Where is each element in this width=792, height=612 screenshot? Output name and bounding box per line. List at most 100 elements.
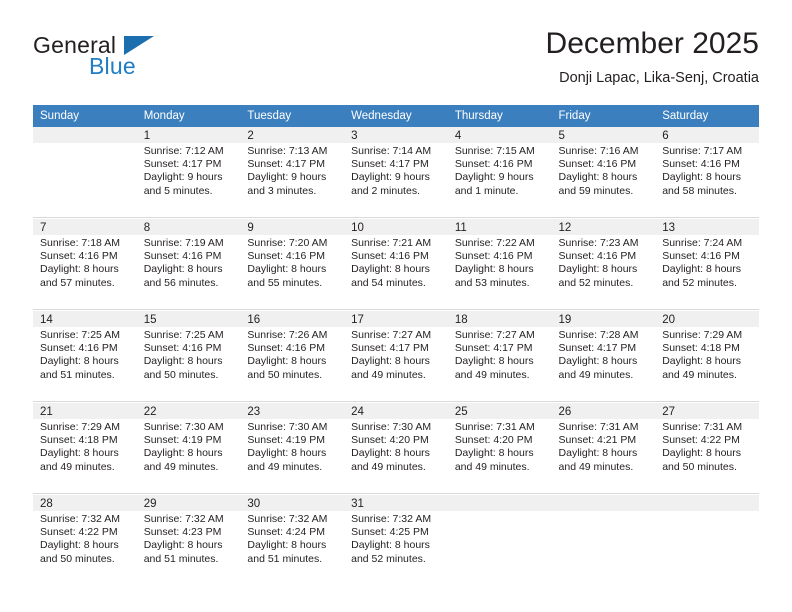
day-sun-info: Sunrise: 7:16 AM Sunset: 4:16 PM Daylight:… [552, 143, 656, 198]
day-sun-info: Sunrise: 7:28 AM Sunset: 4:17 PM Daylight:… [552, 327, 656, 382]
calendar-day-cell[interactable]: 19 Sunrise: 7:28 AM Sunset: 4:17 PM Dayligh… [551, 311, 656, 402]
calendar-day-cell[interactable]: 1 Sunrise: 7:12 AM Sunset: 4:17 PM Daylight… [136, 127, 241, 218]
day-cell-content: 8 Sunrise: 7:19 AM Sunset: 4:16 PM Daylight… [136, 219, 241, 309]
calendar-day-cell[interactable]: 11 Sunrise: 7:22 AM Sunset: 4:16 PM Dayligh… [447, 219, 552, 310]
day-number: 12 [551, 219, 656, 235]
day-sunset-line: Sunset: 4:17 PM [351, 342, 429, 355]
day-number: 18 [447, 311, 552, 327]
day-cell-content: 17 Sunrise: 7:27 AM Sunset: 4:17 PM Dayligh… [344, 311, 448, 401]
day-cell-content: 14 Sunrise: 7:25 AM Sunset: 4:16 PM Dayligh… [33, 311, 137, 401]
day-daylight-line: and 56 minutes. [143, 276, 219, 289]
day-number: 3 [344, 127, 448, 143]
day-cell-content: 18 Sunrise: 7:27 AM Sunset: 4:17 PM Dayligh… [447, 311, 552, 401]
calendar-day-cell[interactable]: 25 Sunrise: 7:31 AM Sunset: 4:20 PM Dayligh… [447, 403, 552, 494]
day-sun-info: Sunrise: 7:17 AM Sunset: 4:16 PM Daylight:… [655, 143, 759, 198]
day-number [655, 495, 759, 511]
day-sunset-line: Sunset: 4:21 PM [558, 434, 637, 447]
calendar-day-cell[interactable]: 17 Sunrise: 7:27 AM Sunset: 4:17 PM Dayligh… [344, 311, 448, 402]
day-sunset-line: Sunset: 4:23 PM [143, 526, 222, 539]
day-number: 6 [655, 127, 759, 143]
day-sunrise-line: Sunrise: 7:25 AM [40, 329, 120, 341]
calendar-page: General Blue December 2025 Donji Lapac, … [0, 0, 792, 612]
calendar-day-cell[interactable]: 6 Sunrise: 7:17 AM Sunset: 4:16 PM Daylight… [655, 127, 759, 218]
calendar-day-cell[interactable]: 13 Sunrise: 7:24 AM Sunset: 4:16 PM Dayligh… [655, 219, 759, 310]
calendar-day-cell[interactable]: 18 Sunrise: 7:27 AM Sunset: 4:17 PM Dayligh… [447, 311, 552, 402]
calendar-day-cell[interactable]: 24 Sunrise: 7:30 AM Sunset: 4:20 PM Dayligh… [344, 403, 448, 494]
day-sun-info: Sunrise: 7:32 AM Sunset: 4:22 PM Daylight:… [33, 511, 137, 566]
day-daylight-line: and 49 minutes. [40, 460, 115, 473]
day-daylight-line: Daylight: 9 hours [247, 171, 327, 184]
calendar-day-cell[interactable]: 4 Sunrise: 7:15 AM Sunset: 4:16 PM Daylight… [447, 127, 552, 218]
day-sun-info: Sunrise: 7:31 AM Sunset: 4:21 PM Daylight:… [552, 419, 656, 474]
calendar-day-cell[interactable]: 21 Sunrise: 7:29 AM Sunset: 4:18 PM Dayligh… [33, 403, 137, 494]
calendar-week-row: 7 Sunrise: 7:18 AM Sunset: 4:16 PM Daylight… [33, 219, 759, 310]
day-daylight-line: Daylight: 8 hours [143, 355, 223, 368]
calendar-day-cell [33, 127, 137, 218]
day-sunrise-line: Sunrise: 7:25 AM [143, 329, 224, 341]
day-number: 1 [136, 127, 241, 143]
day-cell-content: 15 Sunrise: 7:25 AM Sunset: 4:16 PM Dayligh… [136, 311, 241, 401]
weekday-header-sunday: Sunday [33, 105, 137, 127]
day-daylight-line: Daylight: 8 hours [454, 263, 534, 276]
calendar-day-cell[interactable]: 8 Sunrise: 7:19 AM Sunset: 4:16 PM Daylight… [136, 219, 241, 310]
calendar-day-cell[interactable]: 10 Sunrise: 7:21 AM Sunset: 4:16 PM Dayligh… [344, 219, 448, 310]
calendar-day-cell[interactable]: 5 Sunrise: 7:16 AM Sunset: 4:16 PM Daylight… [551, 127, 656, 218]
calendar-day-cell[interactable]: 7 Sunrise: 7:18 AM Sunset: 4:16 PM Daylight… [33, 219, 137, 310]
day-daylight-line: Daylight: 8 hours [454, 355, 534, 368]
day-sunset-line: Sunset: 4:18 PM [662, 342, 740, 355]
day-sun-info: Sunrise: 7:20 AM Sunset: 4:16 PM Daylight:… [240, 235, 344, 290]
day-sun-info: Sunrise: 7:27 AM Sunset: 4:17 PM Daylight:… [344, 327, 448, 382]
calendar-week-row: 14 Sunrise: 7:25 AM Sunset: 4:16 PM Dayligh… [33, 311, 759, 402]
calendar-day-cell[interactable]: 20 Sunrise: 7:29 AM Sunset: 4:18 PM Dayligh… [655, 311, 759, 402]
calendar-day-cell[interactable]: 30 Sunrise: 7:32 AM Sunset: 4:24 PM Dayligh… [240, 495, 345, 585]
calendar-day-cell[interactable]: 22 Sunrise: 7:30 AM Sunset: 4:19 PM Dayligh… [136, 403, 241, 494]
day-sun-info: Sunrise: 7:30 AM Sunset: 4:19 PM Daylight:… [240, 419, 344, 474]
day-sun-info: Sunrise: 7:13 AM Sunset: 4:17 PM Daylight:… [240, 143, 344, 198]
day-sunrise-line: Sunrise: 7:23 AM [558, 237, 639, 249]
calendar-day-cell[interactable]: 23 Sunrise: 7:30 AM Sunset: 4:19 PM Dayligh… [240, 403, 345, 494]
calendar-day-cell[interactable]: 26 Sunrise: 7:31 AM Sunset: 4:21 PM Dayligh… [551, 403, 656, 494]
day-sun-info: Sunrise: 7:32 AM Sunset: 4:25 PM Daylight:… [344, 511, 448, 566]
calendar-day-cell[interactable]: 29 Sunrise: 7:32 AM Sunset: 4:23 PM Dayligh… [136, 495, 241, 585]
brand-logo[interactable]: General Blue [33, 32, 203, 88]
day-daylight-line: Daylight: 8 hours [662, 171, 742, 184]
day-sunset-line: Sunset: 4:22 PM [40, 526, 118, 539]
calendar-day-cell[interactable]: 15 Sunrise: 7:25 AM Sunset: 4:16 PM Dayligh… [136, 311, 241, 402]
day-sunset-line: Sunset: 4:16 PM [247, 250, 326, 263]
day-daylight-line: Daylight: 9 hours [454, 171, 534, 184]
day-cell-content: 10 Sunrise: 7:21 AM Sunset: 4:16 PM Dayligh… [344, 219, 448, 309]
day-sunset-line: Sunset: 4:19 PM [247, 434, 326, 447]
calendar-day-cell[interactable]: 28 Sunrise: 7:32 AM Sunset: 4:22 PM Dayligh… [33, 495, 137, 585]
calendar-day-cell[interactable]: 2 Sunrise: 7:13 AM Sunset: 4:17 PM Daylight… [240, 127, 345, 218]
day-sun-info: Sunrise: 7:29 AM Sunset: 4:18 PM Daylight:… [655, 327, 759, 382]
day-sunrise-line: Sunrise: 7:32 AM [351, 513, 432, 525]
day-cell-content: 20 Sunrise: 7:29 AM Sunset: 4:18 PM Dayligh… [655, 311, 759, 401]
calendar-day-cell[interactable]: 12 Sunrise: 7:23 AM Sunset: 4:16 PM Dayligh… [551, 219, 656, 310]
day-cell-content: 11 Sunrise: 7:22 AM Sunset: 4:16 PM Dayligh… [447, 219, 552, 309]
calendar-table: Sunday Monday Tuesday Wednesday Thursday… [33, 105, 759, 585]
day-daylight-line: and 51 minutes. [247, 552, 323, 565]
day-daylight-line: and 51 minutes. [40, 368, 115, 381]
day-number: 17 [344, 311, 448, 327]
day-sunset-line: Sunset: 4:16 PM [247, 342, 326, 355]
day-daylight-line: Daylight: 9 hours [143, 171, 223, 184]
day-sunrise-line: Sunrise: 7:29 AM [40, 421, 120, 433]
day-daylight-line: Daylight: 8 hours [662, 447, 742, 460]
day-sun-info: Sunrise: 7:18 AM Sunset: 4:16 PM Daylight:… [33, 235, 137, 290]
day-cell-content: 25 Sunrise: 7:31 AM Sunset: 4:20 PM Dayligh… [447, 403, 552, 493]
day-number: 23 [240, 403, 345, 419]
calendar-day-cell[interactable]: 14 Sunrise: 7:25 AM Sunset: 4:16 PM Dayligh… [33, 311, 137, 402]
day-number: 19 [551, 311, 656, 327]
calendar-day-cell[interactable]: 3 Sunrise: 7:14 AM Sunset: 4:17 PM Daylight… [344, 127, 448, 218]
day-sunset-line: Sunset: 4:16 PM [40, 250, 118, 263]
day-daylight-line: and 49 minutes. [454, 460, 530, 473]
day-sunset-line: Sunset: 4:16 PM [558, 158, 637, 171]
calendar-day-cell[interactable]: 31 Sunrise: 7:32 AM Sunset: 4:25 PM Dayligh… [344, 495, 448, 585]
day-sunrise-line: Sunrise: 7:27 AM [454, 329, 535, 341]
day-cell-content: 29 Sunrise: 7:32 AM Sunset: 4:23 PM Dayligh… [136, 495, 241, 585]
page-title: December 2025 [545, 27, 759, 60]
calendar-day-cell[interactable]: 16 Sunrise: 7:26 AM Sunset: 4:16 PM Dayligh… [240, 311, 345, 402]
calendar-day-cell[interactable]: 27 Sunrise: 7:31 AM Sunset: 4:22 PM Dayligh… [655, 403, 759, 494]
weekday-header-monday: Monday [136, 105, 241, 127]
calendar-day-cell[interactable]: 9 Sunrise: 7:20 AM Sunset: 4:16 PM Daylight… [240, 219, 345, 310]
